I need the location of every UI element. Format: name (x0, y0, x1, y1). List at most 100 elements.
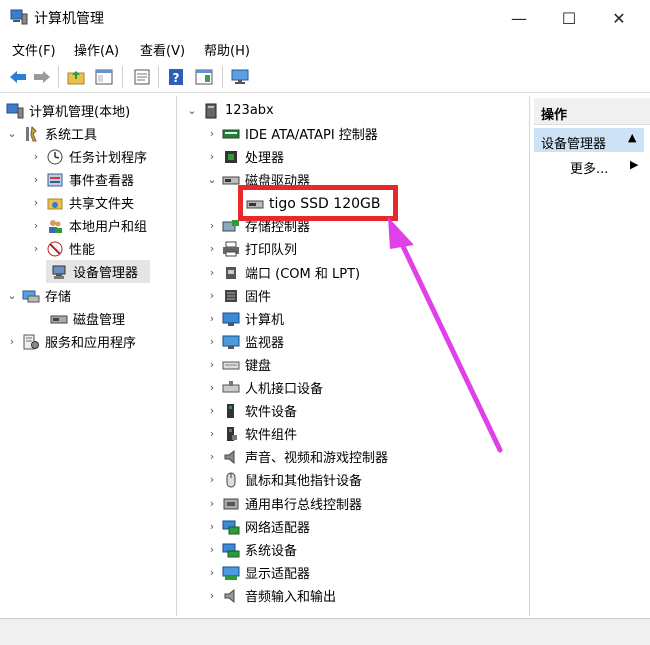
chevron-right-icon[interactable]: › (206, 496, 218, 512)
device-category-item[interactable]: › 显示适配器 (206, 561, 310, 584)
action-pane-icon[interactable] (194, 67, 214, 87)
tree-item-system-tools[interactable]: ⌄ 系统工具 (6, 122, 97, 145)
window-title: 计算机管理 (34, 11, 104, 27)
device-category-item[interactable]: › 监视器 (206, 330, 284, 353)
maximize-button[interactable]: ☐ (546, 0, 592, 36)
device-manager-icon (50, 264, 68, 280)
device-category-label: 声音、视频和游戏控制器 (245, 451, 389, 466)
collapse-up-icon[interactable]: ▲ (628, 131, 636, 144)
computer-icon (202, 103, 220, 119)
device-category-item[interactable]: › 音频输入和输出 (206, 584, 336, 607)
device-category-label: 音频输入和输出 (245, 590, 337, 605)
device-category-item[interactable]: › 软件设备 (206, 399, 297, 422)
tree-item-computer-management[interactable]: 计算机管理(本地) (6, 99, 130, 122)
chevron-right-icon[interactable]: › (30, 172, 42, 188)
chevron-down-icon[interactable]: ⌄ (186, 103, 198, 119)
menu-view[interactable]: 查看(V) (140, 40, 185, 59)
tree-item-storage[interactable]: ⌄ 存储 (6, 284, 71, 307)
up-folder-icon[interactable] (66, 67, 86, 87)
device-category-item[interactable]: › 软件组件 (206, 422, 297, 445)
tree-label: 共享文件夹 (69, 197, 135, 212)
device-category-item[interactable]: › 处理器 (206, 145, 284, 168)
more-actions-label[interactable]: 更多... (570, 158, 608, 177)
printer-icon (222, 241, 240, 257)
tree-item-event-viewer[interactable]: › 事件查看器 (30, 168, 134, 191)
chevron-down-icon[interactable]: ⌄ (6, 288, 18, 304)
minimize-button[interactable]: — (496, 0, 542, 36)
forward-icon[interactable] (32, 67, 52, 87)
device-category-item[interactable]: › 固件 (206, 284, 271, 307)
menu-file[interactable]: 文件(F) (12, 40, 56, 59)
device-category-label: 处理器 (245, 151, 285, 166)
tree-item-task-scheduler[interactable]: › 任务计划程序 (30, 145, 147, 168)
device-category-item[interactable]: › 系统设备 (206, 538, 297, 561)
device-category-label: 监视器 (245, 336, 285, 351)
actions-header-label: 操作 (541, 108, 568, 123)
monitor-toolbar-icon[interactable] (230, 67, 250, 87)
chevron-right-icon[interactable]: › (206, 565, 218, 581)
device-category-item[interactable]: › IDE ATA/ATAPI 控制器 (206, 122, 378, 145)
shared-folder-icon (46, 195, 64, 211)
chevron-right-icon[interactable]: › (30, 149, 42, 165)
show-hide-tree-icon[interactable] (94, 67, 114, 87)
ide-controller-icon (222, 126, 240, 142)
device-category-item[interactable]: › 计算机 (206, 307, 284, 330)
tree-item-shared-folders[interactable]: › 共享文件夹 (30, 191, 134, 214)
chevron-right-icon[interactable]: › (206, 311, 218, 327)
chevron-right-icon[interactable]: › (206, 472, 218, 488)
chevron-right-icon[interactable]: › (206, 126, 218, 142)
chevron-down-icon[interactable]: ⌄ (6, 126, 18, 142)
computer-icon (222, 311, 240, 327)
chevron-right-icon[interactable]: › (30, 218, 42, 234)
device-category-item[interactable]: › 键盘 (206, 353, 271, 376)
device-category-item[interactable]: › 通用串行总线控制器 (206, 492, 362, 515)
device-category-item[interactable]: › 网络适配器 (206, 515, 310, 538)
tree-item-performance[interactable]: › 性能 (30, 237, 95, 260)
chevron-right-icon[interactable]: › (206, 265, 218, 281)
device-category-item[interactable]: › 鼠标和其他指针设备 (206, 468, 362, 491)
tree-item-device-manager[interactable]: 设备管理器 (46, 260, 150, 283)
device-tree-root[interactable]: ⌄ 123abx (186, 99, 274, 122)
menu-action[interactable]: 操作(A) (74, 40, 119, 59)
device-category-label: 通用串行总线控制器 (245, 498, 363, 513)
chevron-right-icon[interactable]: › (206, 149, 218, 165)
chevron-right-icon[interactable]: › (206, 241, 218, 257)
menu-help[interactable]: 帮助(H) (204, 40, 250, 59)
usb-icon (222, 496, 240, 512)
tree-item-disk-management[interactable]: 磁盘管理 (46, 307, 125, 330)
device-category-label: 系统设备 (245, 544, 298, 559)
chevron-right-icon[interactable]: › (30, 241, 42, 257)
properties-icon[interactable] (132, 67, 152, 87)
submenu-arrow-icon[interactable]: ▶ (630, 158, 638, 171)
back-icon[interactable] (8, 67, 28, 87)
chevron-right-icon[interactable]: › (206, 334, 218, 350)
chevron-right-icon[interactable]: › (206, 357, 218, 373)
chevron-right-icon[interactable]: › (206, 218, 218, 234)
status-bar (0, 618, 650, 645)
chevron-right-icon[interactable]: › (206, 403, 218, 419)
chevron-right-icon[interactable]: › (206, 542, 218, 558)
chevron-down-icon[interactable]: ⌄ (206, 172, 218, 188)
device-category-label: 软件设备 (245, 405, 298, 420)
device-category-item[interactable]: › 端口 (COM 和 LPT) (206, 261, 360, 284)
chevron-right-icon[interactable]: › (206, 380, 218, 396)
chevron-right-icon[interactable]: › (206, 588, 218, 604)
device-category-item[interactable]: › 人机接口设备 (206, 376, 323, 399)
title-bar: 计算机管理 — ☐ ✕ (0, 0, 650, 36)
keyboard-icon (222, 357, 240, 373)
device-category-label: IDE ATA/ATAPI 控制器 (245, 128, 378, 143)
chevron-right-icon[interactable]: › (206, 449, 218, 465)
device-category-item[interactable]: › 声音、视频和游戏控制器 (206, 445, 388, 468)
device-category-label: 端口 (COM 和 LPT) (245, 267, 361, 282)
help-icon[interactable]: ? (166, 67, 186, 87)
chevron-right-icon[interactable]: › (30, 195, 42, 211)
chevron-right-icon[interactable]: › (206, 426, 218, 442)
chevron-right-icon[interactable]: › (206, 288, 218, 304)
chevron-right-icon[interactable]: › (206, 519, 218, 535)
chevron-right-icon[interactable]: › (6, 334, 18, 350)
device-category-item[interactable]: › 打印队列 (206, 237, 297, 260)
tree-item-local-users[interactable]: › 本地用户和组 (30, 214, 147, 237)
tree-item-services[interactable]: › 服务和应用程序 (6, 330, 136, 353)
close-button[interactable]: ✕ (596, 0, 642, 36)
tree-label: 服务和应用程序 (45, 336, 137, 351)
